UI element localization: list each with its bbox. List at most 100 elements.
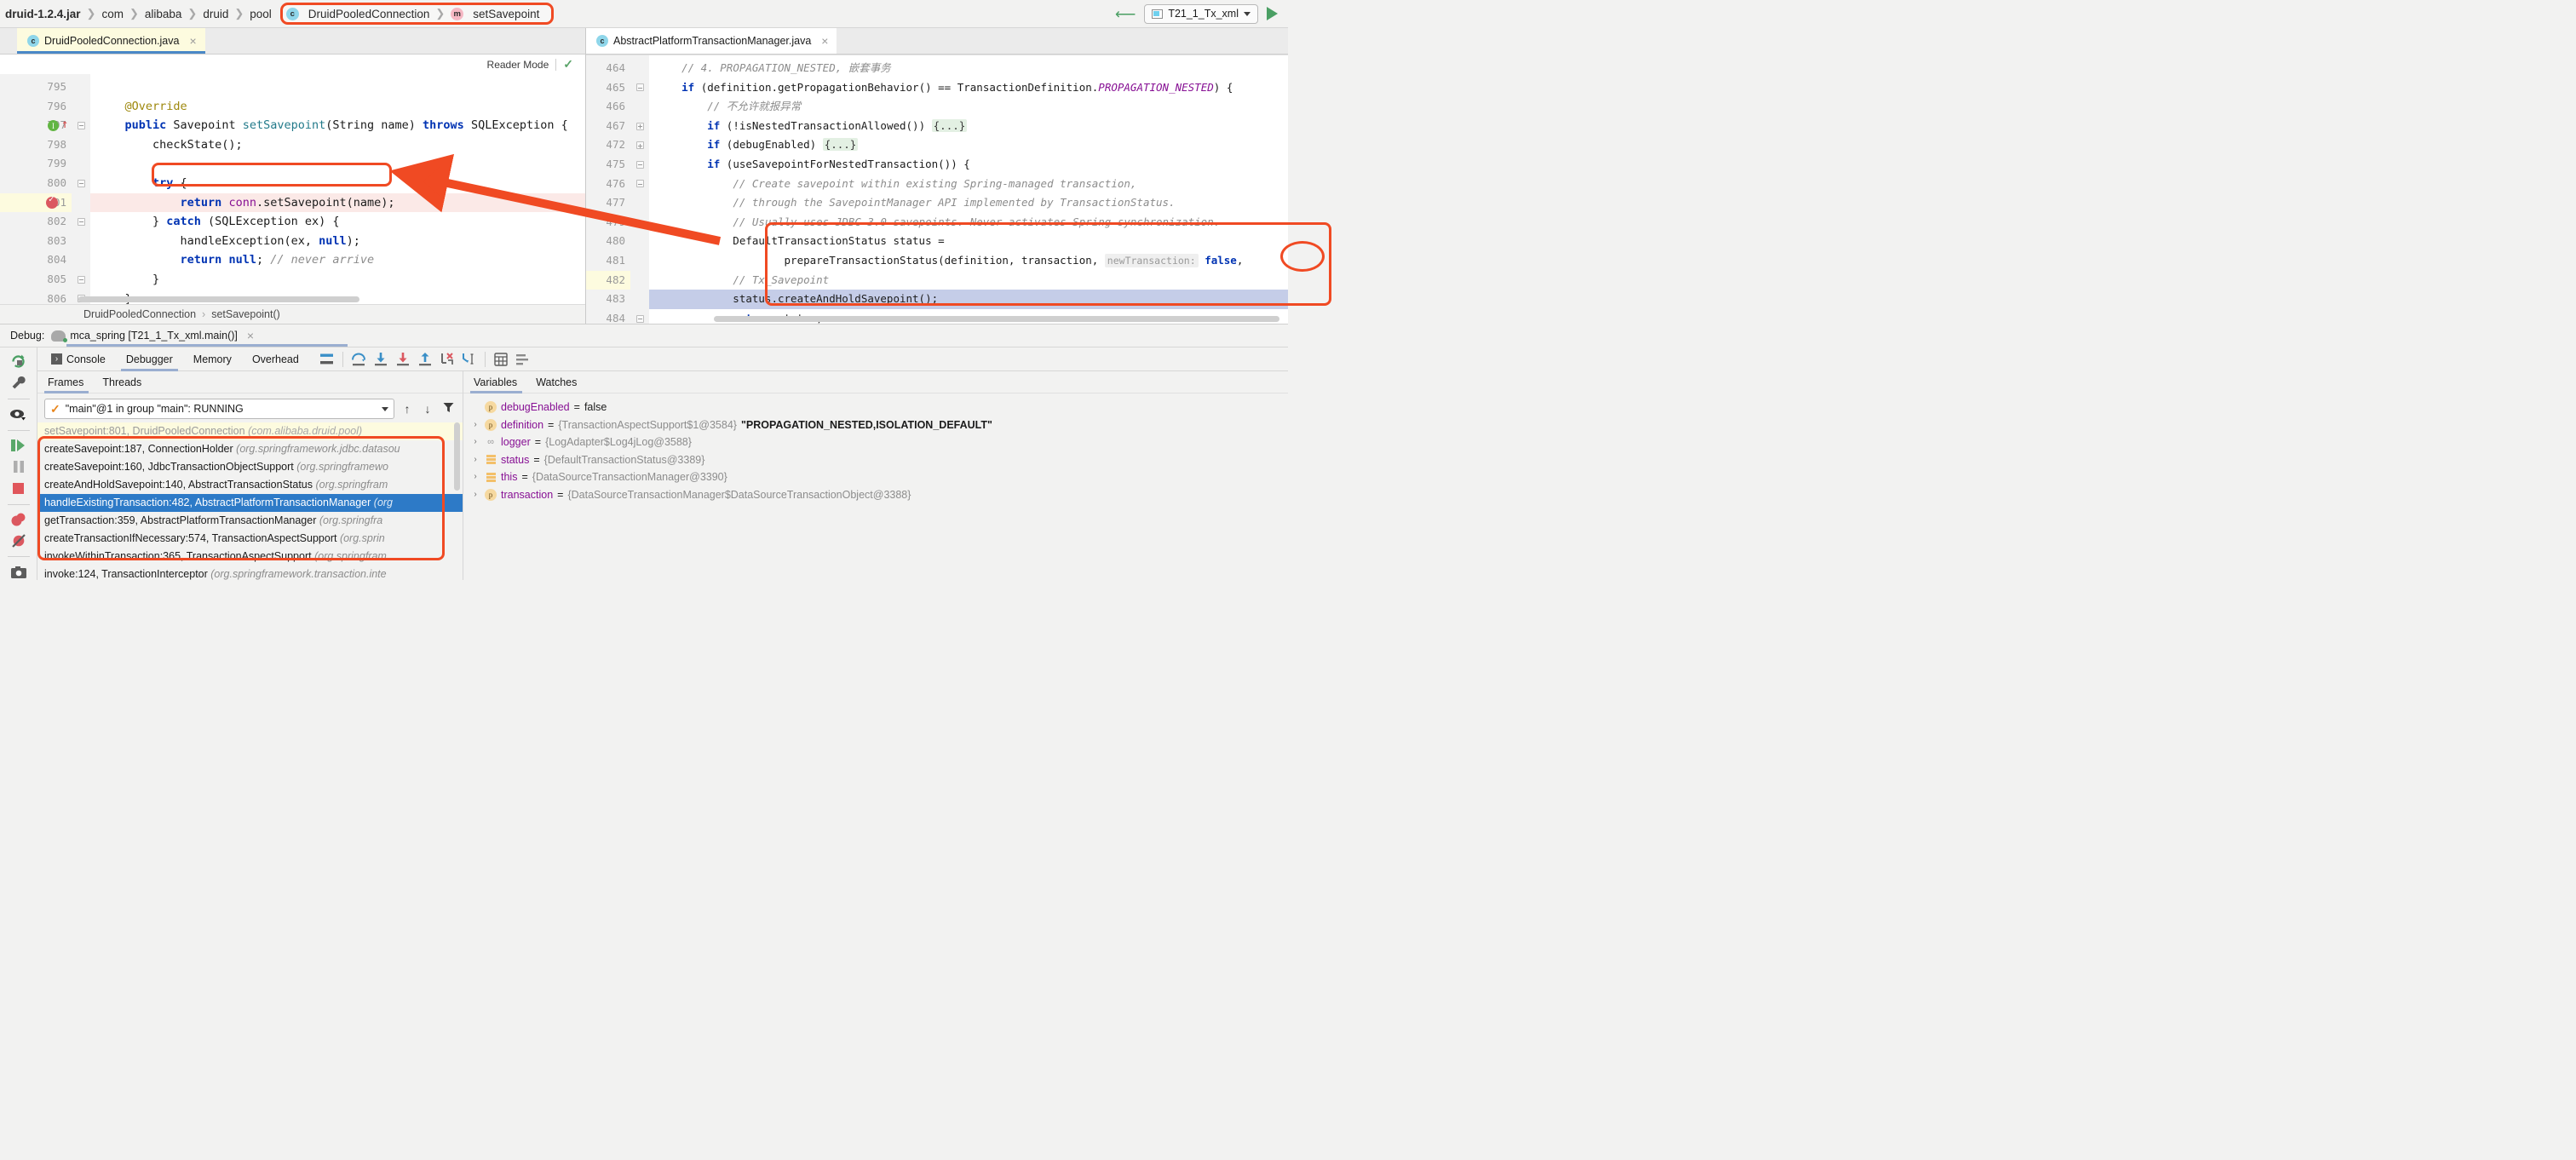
- tab-abstractplatformtransactionmanager[interactable]: c AbstractPlatformTransactionManager.jav…: [586, 28, 837, 54]
- fold-column-right[interactable]: [630, 55, 649, 324]
- expand-chevron-icon[interactable]: ›: [470, 434, 480, 451]
- mute-breakpoints-icon[interactable]: [316, 348, 338, 370]
- override-arrow-icon[interactable]: ↑: [61, 118, 68, 130]
- thread-selector[interactable]: ✓ "main"@1 in group "main": RUNNING: [44, 399, 394, 419]
- fold-handle[interactable]: [630, 175, 649, 194]
- variable-row[interactable]: p debugEnabled = false: [463, 399, 1288, 416]
- run-configuration-selector[interactable]: T21_1_Tx_xml: [1144, 3, 1258, 24]
- breadcrumb-method[interactable]: setSavepoint(): [211, 308, 280, 320]
- evaluate-expression-icon[interactable]: [490, 348, 512, 370]
- code-line[interactable]: // Tx_Savepoint: [649, 271, 1288, 290]
- fold-handle[interactable]: [72, 116, 90, 135]
- camera-icon[interactable]: [8, 565, 30, 580]
- stack-frame-row[interactable]: createSavepoint:160, JdbcTransactionObje…: [37, 458, 463, 476]
- breadcrumb-class[interactable]: DruidPooledConnection: [83, 308, 196, 320]
- stack-frame-row[interactable]: handleExistingTransaction:482, AbstractP…: [37, 494, 463, 512]
- variable-row[interactable]: › ∞ logger = {LogAdapter$Log4jLog@3588}: [463, 434, 1288, 451]
- code-line[interactable]: [90, 78, 585, 97]
- breadcrumb-item-method[interactable]: setSavepoint: [468, 8, 544, 20]
- code-line[interactable]: // 4. PROPAGATION_NESTED, 嵌套事务: [649, 59, 1288, 78]
- code-line[interactable]: DefaultTransactionStatus status =: [649, 232, 1288, 251]
- code-line[interactable]: // through the SavepointManager API impl…: [649, 193, 1288, 213]
- horizontal-scrollbar-left[interactable]: [78, 296, 359, 302]
- subtab-variables[interactable]: Variables: [470, 371, 527, 393]
- code-line[interactable]: checkState();: [90, 135, 585, 155]
- variable-row[interactable]: › this = {DataSourceTransactionManager@3390…: [463, 468, 1288, 486]
- subtab-watches[interactable]: Watches: [536, 371, 587, 393]
- code-line[interactable]: if (useSavepointForNestedTransaction()) …: [649, 155, 1288, 175]
- expand-chevron-icon[interactable]: ›: [470, 416, 480, 434]
- fold-handle[interactable]: [72, 270, 90, 290]
- fold-column-left[interactable]: [72, 74, 90, 304]
- code-line[interactable]: // 不允许就报异常: [649, 97, 1288, 117]
- tab-memory[interactable]: Memory: [183, 347, 242, 371]
- code-area-left[interactable]: 7957967977987998008018028038048058068078…: [0, 74, 585, 304]
- expand-chevron-icon[interactable]: ›: [470, 486, 480, 504]
- code-line[interactable]: handleException(ex, null);: [90, 232, 585, 251]
- reader-mode-check-icon[interactable]: ✓: [563, 57, 573, 72]
- horizontal-scrollbar-right[interactable]: [714, 316, 1279, 322]
- variable-row[interactable]: › status = {DefaultTransactionStatus@3389}: [463, 451, 1288, 469]
- fold-handle[interactable]: [72, 212, 90, 232]
- code-line[interactable]: // Usually uses JDBC 3.0 savepoints. Nev…: [649, 213, 1288, 233]
- breadcrumb-item-druid[interactable]: druid: [198, 8, 233, 20]
- implemented-method-icon[interactable]: I: [48, 120, 59, 131]
- code-line[interactable]: } catch (SQLException ex) {: [90, 212, 585, 232]
- breadcrumb-item-jar[interactable]: druid-1.2.4.jar: [0, 8, 86, 20]
- step-into-icon[interactable]: [370, 348, 392, 370]
- subtab-frames[interactable]: Frames: [44, 371, 94, 393]
- variable-row[interactable]: › p definition = {TransactionAspectSupport$1…: [463, 416, 1288, 434]
- wrench-settings-icon[interactable]: [8, 375, 30, 391]
- code-line[interactable]: return conn.setSavepoint(name);: [90, 192, 585, 213]
- stop-icon[interactable]: [8, 480, 30, 496]
- code-line[interactable]: if (!isNestedTransactionAllowed()) {...}: [649, 117, 1288, 136]
- tab-console[interactable]: › Console: [41, 347, 116, 371]
- run-to-cursor-icon[interactable]: [458, 348, 480, 370]
- stack-frame-row[interactable]: createAndHoldSavepoint:140, AbstractTran…: [37, 476, 463, 494]
- breadcrumb-item-class[interactable]: DruidPooledConnection: [303, 8, 435, 20]
- code-line[interactable]: prepareTransactionStatus(definition, tra…: [649, 251, 1288, 271]
- breadcrumb-item-com[interactable]: com: [96, 8, 129, 20]
- code-line[interactable]: @Override: [90, 97, 585, 117]
- filter-icon[interactable]: [440, 402, 456, 416]
- line-number-gutter-left[interactable]: 7957967977987998008018028038048058068078…: [0, 74, 72, 304]
- fold-handle[interactable]: [630, 117, 649, 136]
- settings-icon[interactable]: [512, 348, 534, 370]
- step-out-icon[interactable]: [414, 348, 436, 370]
- frame-down-icon[interactable]: ↓: [420, 402, 435, 416]
- rerun-icon[interactable]: [8, 353, 30, 369]
- mute-breakpoints-icon[interactable]: [8, 533, 30, 548]
- frames-scrollbar[interactable]: [454, 422, 460, 491]
- breadcrumb-item-pool[interactable]: pool: [244, 8, 277, 20]
- stack-frame-row[interactable]: createSavepoint:187, ConnectionHolder (o…: [37, 440, 463, 458]
- stack-frames-list[interactable]: setSavepoint:801, DruidPooledConnection …: [37, 422, 463, 580]
- subtab-threads[interactable]: Threads: [102, 371, 152, 393]
- hammer-icon[interactable]: ⟶: [1115, 6, 1136, 22]
- drop-frame-icon[interactable]: [436, 348, 458, 370]
- code-line[interactable]: }: [90, 270, 585, 290]
- code-line[interactable]: if (debugEnabled) {...}: [649, 135, 1288, 155]
- stack-frame-row[interactable]: getTransaction:359, AbstractPlatformTran…: [37, 512, 463, 530]
- code-line[interactable]: return null; // never arrive: [90, 250, 585, 270]
- force-step-into-icon[interactable]: [392, 348, 414, 370]
- tab-druidpooledconnection[interactable]: c DruidPooledConnection.java ×: [17, 28, 205, 54]
- code-line[interactable]: public Savepoint setSavepoint(String nam…: [90, 116, 585, 135]
- code-line[interactable]: // Create savepoint within existing Spri…: [649, 175, 1288, 194]
- source-code-right[interactable]: // 4. PROPAGATION_NESTED, 嵌套事务 if (defin…: [649, 55, 1288, 324]
- code-line[interactable]: [90, 154, 585, 174]
- fold-handle[interactable]: [630, 135, 649, 155]
- code-line[interactable]: try {: [90, 174, 585, 193]
- code-line[interactable]: status.createAndHoldSavepoint();: [649, 290, 1288, 309]
- source-code-left[interactable]: @Override public Savepoint setSavepoint(…: [90, 74, 585, 304]
- close-icon[interactable]: ×: [247, 329, 254, 342]
- step-over-icon[interactable]: [348, 348, 370, 370]
- close-icon[interactable]: ×: [821, 34, 828, 48]
- fold-handle[interactable]: [630, 155, 649, 175]
- run-play-icon[interactable]: [1267, 7, 1278, 20]
- line-number-gutter-right[interactable]: 464 465 466 467 472 475 476 477 479 480 481 482 483 4…: [586, 55, 630, 324]
- debug-session-tab[interactable]: mca_spring [T21_1_Tx_xml.main()] ×: [51, 329, 254, 342]
- frame-up-icon[interactable]: ↑: [400, 402, 415, 416]
- tab-debugger[interactable]: Debugger: [116, 347, 183, 371]
- fold-handle[interactable]: [630, 309, 649, 324]
- fold-handle[interactable]: [630, 78, 649, 98]
